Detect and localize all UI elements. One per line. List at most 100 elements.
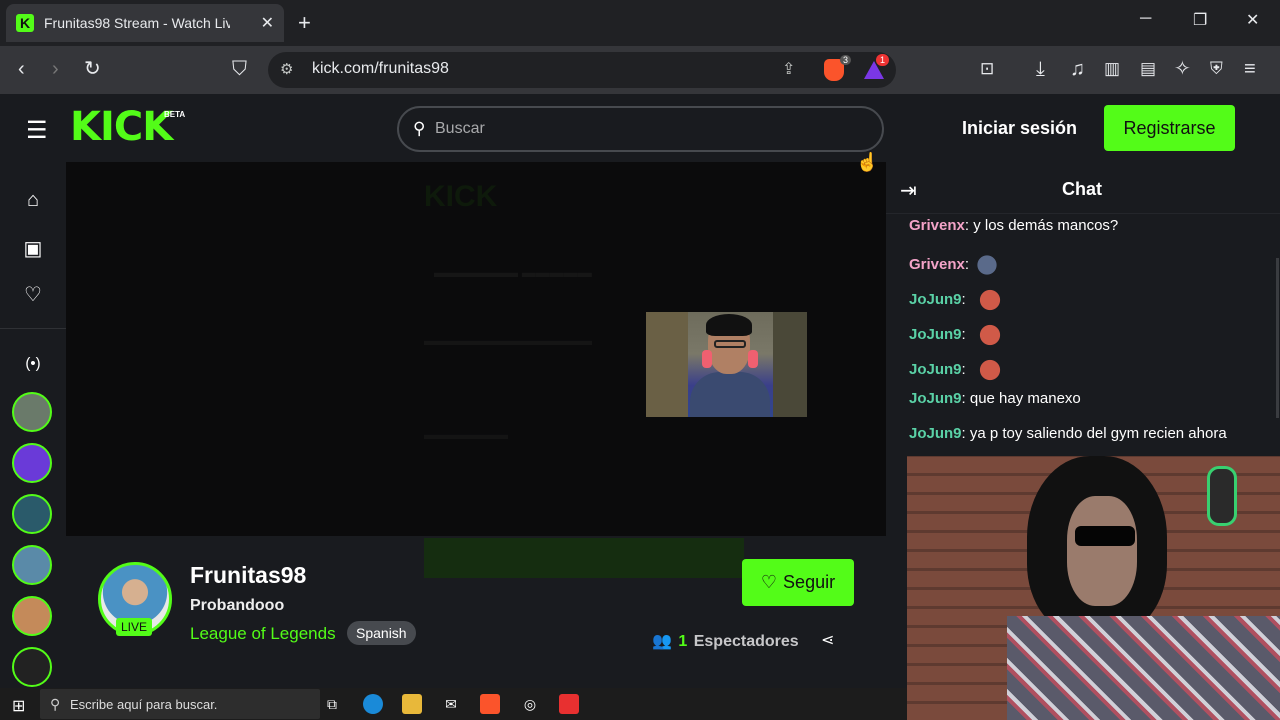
chat-message: Grivenx: [909,250,1006,280]
search-icon: ⚲ [413,119,426,138]
minimize-button[interactable]: ─ [1140,10,1151,28]
brave-shields-icon[interactable]: 3 [824,55,851,81]
channel-avatar[interactable] [12,596,52,636]
close-window-button[interactable]: ✕ [1246,10,1259,30]
chat-message-text: : ya p toy saliendo del gym recien ahora [961,425,1227,442]
bird-emote-icon [975,250,1006,280]
vpn-icon[interactable]: ⛨ [1210,58,1223,80]
following-heart-icon[interactable]: ♡ [22,282,44,307]
viewers-icon: 👥 [652,633,672,650]
site-header: ☰ KICK BETA ⚲ Iniciar sesión Registrarse [0,94,1280,162]
reload-icon[interactable]: ↻ [84,58,101,80]
menu-icon[interactable]: ≡ [1244,58,1256,80]
hamburger-menu-icon[interactable]: ☰ [26,116,48,145]
windows-start-icon[interactable]: ⊞ [12,696,25,716]
live-channels-icon[interactable]: (•) [22,355,44,372]
chat-username[interactable]: JoJun9 [909,291,962,308]
chat-message-text: : que hay manexo [961,390,1081,407]
chat-message: Grivenx: y los demás mancos? [909,217,1118,234]
new-tab-button[interactable]: + [298,10,311,36]
chat-username[interactable]: Grivenx [909,256,965,273]
chat-message-text: : [961,360,966,378]
facecam-headphones [1207,466,1237,526]
task-view-icon[interactable]: ⧉ [322,694,342,714]
chat-username[interactable]: JoJun9 [909,390,962,407]
overlay-logo: KICK [424,180,498,213]
overlay-text: ▬▬▬▬▬▬▬▬▬▬▬▬ [424,332,592,348]
facecam-face [1067,496,1137,606]
bookmark-icon[interactable]: ⛉ [232,58,247,80]
taskbar-search[interactable]: ⚲ Escribe aquí para buscar. [40,689,320,719]
obs-icon[interactable]: ◎ [520,694,540,714]
kick-favicon-icon: K [16,14,34,32]
download-icon[interactable]: ⤓ [1036,58,1045,80]
flex-emote-icon [971,320,1002,350]
channel-avatar[interactable] [12,647,52,687]
home-icon[interactable]: ⌂ [22,189,44,212]
share-stream-icon[interactable]: ⋖ [821,630,834,650]
recorder-icon[interactable] [559,694,579,714]
brave-taskbar-icon[interactable] [480,694,500,714]
search-input[interactable] [435,118,855,140]
viewer-count: 👥 1 Espectadores [652,631,799,651]
file-explorer-icon[interactable] [402,694,422,714]
address-bar[interactable]: ⚙ kick.com/frunitas98 ⇪ 3 1 [268,52,896,88]
chat-message: JoJun9: ya p toy saliendo del gym recien… [909,425,1227,442]
channel-avatar[interactable] [12,494,52,534]
register-button[interactable]: Registrarse [1104,105,1235,151]
channel-avatar[interactable] [12,545,52,585]
chat-message: JoJun9: [909,320,1002,350]
chat-username[interactable]: Grivenx [909,217,965,234]
maximize-button[interactable]: ❐ [1193,10,1207,30]
facecam-overlay [907,456,1280,720]
chat-scrollbar[interactable] [1276,258,1279,418]
channel-avatar[interactable] [12,392,52,432]
music-icon[interactable]: ♫ [1070,58,1085,80]
chat-header: ⇥ Chat [886,162,1280,214]
overlay-bar [424,538,744,578]
browser-toolbar: ‹ › ↻ ⛉ ⚙ kick.com/frunitas98 ⇪ 3 1 ⊡ ⤓ … [0,46,1280,94]
kick-logo[interactable]: KICK [70,104,173,150]
share-icon[interactable]: ⇪ [782,59,795,79]
browse-icon[interactable]: ▣ [22,236,44,261]
chat-message-text: : [964,255,970,273]
stream-category[interactable]: League of Legends [190,624,336,644]
forward-icon[interactable]: › [52,58,59,80]
close-tab-icon[interactable]: ✕ [261,13,274,33]
collapse-chat-icon[interactable]: ⇥ [900,178,917,203]
login-button[interactable]: Iniciar sesión [962,118,1077,139]
streamer-name[interactable]: Frunitas98 [190,562,306,589]
wallet-icon[interactable]: ▤ [1140,58,1156,80]
viewer-label: Espectadores [693,633,799,650]
sidebar-toggle-icon[interactable]: ▥ [1104,58,1120,80]
browser-tab[interactable]: K Frunitas98 Stream - Watch Liv ✕ [6,4,284,42]
language-tag[interactable]: Spanish [347,621,416,645]
chat-username[interactable]: JoJun9 [909,425,962,442]
site-settings-icon[interactable]: ⚙ [280,60,293,78]
sidebar-divider [0,328,66,329]
webcam-person-hair [706,314,752,336]
webcam-headphone [702,350,712,368]
webcam-glasses [714,340,746,348]
chat-username[interactable]: JoJun9 [909,326,962,343]
video-player[interactable]: KICK ▬▬▬▬▬▬ ▬▬▬▬▬ ▬▬▬▬▬▬▬▬▬▬▬▬ ▬▬▬▬▬▬ [66,162,886,536]
flex-emote-icon [971,285,1002,315]
overlay-text: ▬▬▬▬▬▬ [424,426,508,442]
webcam-wall [773,312,807,417]
leo-ai-icon[interactable]: ✧ [1174,58,1191,80]
beta-label: BETA [164,110,186,119]
facecam-sunglasses [1075,526,1135,546]
mail-icon[interactable]: ✉ [441,694,461,714]
back-icon[interactable]: ‹ [18,58,25,80]
edge-icon[interactable] [363,694,383,714]
stream-webcam-video [646,312,807,417]
flex-emote-icon [971,355,1002,385]
screenshot-icon[interactable]: ⊡ [980,58,994,80]
channel-avatar[interactable] [12,443,52,483]
tab-title: Frunitas98 Stream - Watch Liv [44,15,230,31]
follow-button[interactable]: ♡ Seguir [742,559,854,606]
chat-username[interactable]: JoJun9 [909,361,962,378]
webcam-wall [646,312,688,417]
search-box[interactable]: ⚲ [397,106,884,152]
viewer-number: 1 [678,633,688,650]
